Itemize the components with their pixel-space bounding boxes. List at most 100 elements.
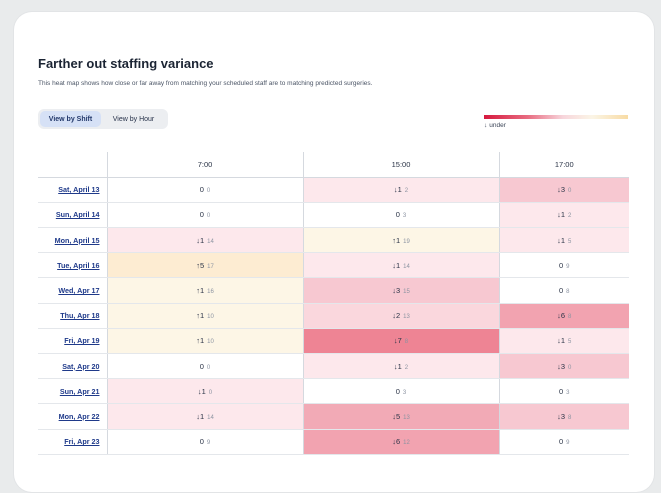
- variance-value: 3: [560, 361, 566, 371]
- table-row: Sun, April 14 0 0 0 3 ↓1 2: [38, 202, 629, 229]
- variance-value: 6: [395, 437, 401, 447]
- day-link[interactable]: Wed, Apr 17: [58, 286, 99, 295]
- down-arrow-icon: ↓: [484, 122, 488, 129]
- variance-cell: 03: [302, 378, 499, 405]
- variance-cell: ↑5 17: [106, 252, 303, 279]
- variance-value: 7: [397, 336, 402, 346]
- table-row: Thu, Apr 18 ↑1 10 ↓2 13 ↓6 8: [38, 303, 629, 329]
- variance-value: 1: [560, 336, 566, 346]
- variance-value: 1: [397, 185, 402, 195]
- variance-value: 0: [558, 286, 564, 296]
- variance-value: 1: [201, 386, 206, 396]
- day-cell: Tue, April 16: [38, 252, 107, 279]
- predicted-count: 15: [403, 289, 410, 296]
- day-cell: Wed, Apr 17: [38, 277, 107, 304]
- variance-value: 0: [558, 437, 564, 447]
- day-link[interactable]: Sat, April 13: [58, 185, 99, 194]
- variance-cell: 09: [498, 252, 629, 279]
- variance-value: 3: [395, 286, 401, 296]
- table-row: Mon, April 15 ↓1 14 ↑1 19 ↓1 5: [38, 227, 629, 254]
- day-cell: Sat, April 13: [38, 177, 107, 203]
- day-link[interactable]: Mon, April 15: [55, 236, 100, 245]
- predicted-count: 10: [207, 339, 214, 346]
- column-header: 7:00: [106, 152, 303, 178]
- variance-cell: ↓1 2: [498, 202, 629, 229]
- variance-cell: ↓1 14: [106, 403, 303, 430]
- predicted-count: 16: [207, 289, 214, 296]
- variance-value: 1: [560, 235, 566, 245]
- heatmap-legend: ↓ under: [484, 115, 628, 129]
- view-by-hour-button[interactable]: View by Hour: [101, 111, 166, 127]
- variance-value: 1: [395, 235, 401, 245]
- day-link[interactable]: Sun, Apr 21: [60, 387, 100, 396]
- variance-value: 3: [560, 185, 566, 195]
- predicted-count: 12: [403, 440, 410, 447]
- predicted-count: 5: [568, 238, 572, 245]
- variance-value: 3: [560, 411, 566, 421]
- legend-under-text: under: [489, 122, 506, 129]
- variance-cell: ↓6 12: [302, 429, 499, 455]
- variance-cell: ↑1 10: [106, 303, 303, 329]
- variance-value: 1: [199, 336, 205, 346]
- variance-cell: ↓1 5: [498, 328, 629, 355]
- variance-cell: ↑1 10: [106, 328, 303, 355]
- day-cell: Thu, Apr 18: [38, 303, 107, 329]
- legend-gradient-bar: [484, 115, 628, 119]
- variance-cell: ↑1 16: [106, 277, 303, 304]
- variance-value: 1: [199, 286, 205, 296]
- variance-value: 5: [199, 260, 205, 270]
- predicted-count: 13: [403, 414, 410, 421]
- day-link[interactable]: Fri, Apr 23: [64, 437, 99, 446]
- day-link[interactable]: Fri, Apr 19: [64, 336, 99, 345]
- variance-value: 6: [560, 311, 566, 321]
- day-link[interactable]: Tue, April 16: [57, 261, 99, 270]
- variance-value: 1: [397, 361, 402, 371]
- variance-cell: ↓3 15: [302, 277, 499, 304]
- variance-value: 2: [395, 311, 401, 321]
- variance-cell: 03: [498, 378, 629, 405]
- variance-value: 0: [199, 437, 204, 447]
- predicted-count: 0: [206, 213, 211, 220]
- variance-cell: ↓7 8: [302, 328, 499, 355]
- variance-cell: 00: [106, 353, 303, 380]
- predicted-count: 13: [403, 314, 410, 321]
- predicted-count: 9: [566, 263, 570, 270]
- column-header: 17:00: [498, 152, 629, 178]
- variance-cell: ↓1 5: [498, 227, 629, 254]
- predicted-count: 14: [403, 263, 410, 270]
- predicted-count: 0: [208, 389, 213, 396]
- day-column-header: [38, 152, 107, 178]
- day-cell: Fri, Apr 23: [38, 429, 107, 455]
- predicted-count: 19: [403, 238, 410, 245]
- day-link[interactable]: Thu, Apr 18: [60, 311, 99, 320]
- variance-cell: ↓6 8: [498, 303, 629, 329]
- variance-cell: ↓1 14: [106, 227, 303, 254]
- predicted-count: 8: [568, 314, 572, 321]
- table-row: Sat, Apr 20 0 0 ↓1 2 ↓3 0: [38, 353, 629, 380]
- predicted-count: 3: [402, 213, 407, 220]
- variance-value: 1: [199, 411, 205, 421]
- predicted-count: 8: [404, 339, 409, 346]
- variance-cell: ↓1 2: [302, 177, 499, 203]
- view-by-shift-button[interactable]: View by Shift: [40, 111, 101, 127]
- predicted-count: 0: [206, 188, 211, 195]
- day-cell: Sun, April 14: [38, 202, 107, 229]
- predicted-count: 5: [568, 339, 572, 346]
- day-link[interactable]: Sun, April 14: [56, 210, 100, 219]
- predicted-count: 2: [568, 213, 572, 220]
- day-cell: Sun, Apr 21: [38, 378, 107, 405]
- predicted-count: 9: [206, 440, 211, 447]
- day-link[interactable]: Sat, Apr 20: [62, 362, 99, 371]
- variance-value: 1: [199, 235, 205, 245]
- variance-cell: ↓3 0: [498, 177, 629, 203]
- variance-value: 0: [395, 210, 400, 220]
- variance-card: Farther out staffing variance This heat …: [14, 12, 654, 492]
- predicted-count: 2: [404, 188, 409, 195]
- page-title: Farther out staffing variance: [38, 56, 214, 71]
- day-cell: Fri, Apr 19: [38, 328, 107, 355]
- variance-cell: ↓3 8: [498, 403, 629, 430]
- day-link[interactable]: Mon, Apr 22: [59, 412, 100, 421]
- variance-cell: ↓1 14: [302, 252, 499, 279]
- table-row: Wed, Apr 17 ↑1 16 ↓3 15 0 8: [38, 277, 629, 304]
- legend-under-label: ↓ under: [484, 122, 628, 129]
